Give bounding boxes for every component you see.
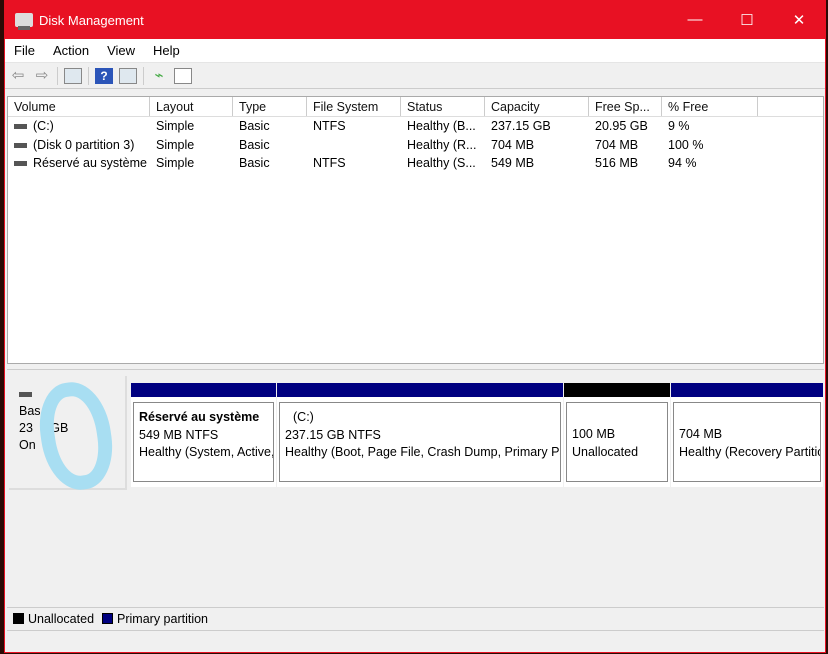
type: Basic: [239, 137, 270, 152]
status: Healthy (B...: [407, 119, 476, 133]
partition-name: Réservé au système: [139, 410, 260, 424]
disk-graphical-view: Bas 23 7 GB On e Réservé au système 549 M…: [7, 369, 824, 605]
partition-recovery[interactable]: 704 MB Healthy (Recovery Partition): [671, 383, 823, 487]
volume-row[interactable]: (Disk 0 partition 3) Simple Basic Health…: [8, 136, 823, 155]
free-space: 704 MB: [595, 137, 639, 152]
volume-list: Volume Layout Type File System Status Ca…: [7, 96, 824, 364]
partition-bar: [564, 383, 670, 397]
menu-view[interactable]: View: [98, 43, 144, 58]
file-system: [307, 136, 401, 155]
partition-bar: [277, 383, 563, 397]
toolbar-separator: [143, 66, 144, 85]
partition-status: Healthy (Recovery Partition): [679, 444, 821, 459]
title-bar: Disk Management — ☐ ✕: [5, 1, 825, 39]
back-arrow-icon[interactable]: ⇦: [9, 67, 27, 84]
column-capacity[interactable]: Capacity: [485, 97, 589, 116]
column-type[interactable]: Type: [233, 97, 307, 116]
volume-icon: [14, 124, 27, 130]
partition-status: Unallocated: [572, 444, 639, 459]
type: Basic: [239, 119, 270, 133]
layout: Simple: [156, 156, 195, 170]
connect-disk-icon[interactable]: ⌁: [150, 67, 168, 84]
capacity: 549 MB: [491, 156, 535, 170]
disk-management-icon: [15, 13, 33, 30]
column-layout[interactable]: Layout: [150, 97, 233, 116]
properties-list-icon[interactable]: [174, 67, 192, 84]
percent-free: 100 %: [668, 137, 704, 152]
partition-bar: [131, 383, 276, 397]
capacity: 704 MB: [491, 137, 535, 152]
volume-row[interactable]: Réservé au système Simple Basic NTFS Hea…: [8, 154, 823, 173]
menu-action[interactable]: Action: [44, 43, 98, 58]
file-system: NTFS: [313, 119, 346, 133]
volume-icon: [14, 161, 27, 167]
menu-help[interactable]: Help: [144, 43, 189, 58]
maximize-button[interactable]: ☐: [721, 11, 773, 29]
column-volume[interactable]: Volume: [8, 97, 150, 116]
volume-name: (C:): [33, 119, 54, 133]
free-space: 516 MB: [595, 156, 639, 170]
capacity: 237.15 GB: [491, 119, 551, 133]
volume-name: (Disk 0 partition 3): [33, 137, 135, 152]
partition-size: 237.15 GB NTFS: [285, 427, 381, 442]
layout: Simple: [156, 119, 195, 133]
type: Basic: [239, 156, 270, 170]
forward-arrow-icon[interactable]: ⇨: [33, 67, 51, 84]
partition-status: Healthy (Boot, Page File, Crash Dump, Pr…: [285, 445, 560, 459]
menu-file[interactable]: File: [5, 43, 44, 58]
free-space: 20.95 GB: [595, 119, 648, 133]
toolbar-separator: [57, 66, 58, 85]
primary-partition-swatch: [102, 613, 114, 624]
volume-icon: [14, 142, 27, 148]
volume-list-header: Volume Layout Type File System Status Ca…: [8, 97, 823, 117]
partition-unallocated[interactable]: 100 MB Unallocated: [564, 383, 670, 487]
show-hide-console-tree-icon[interactable]: [64, 67, 82, 84]
disk-icon: [19, 392, 32, 398]
partition-bar: [671, 383, 823, 397]
partition-size: 549 MB NTFS: [139, 427, 219, 442]
toolbar-separator: [88, 66, 89, 85]
status-bar: [7, 630, 824, 654]
toolbar: ⇦ ⇨ ? ⌁: [5, 63, 825, 89]
window-title: Disk Management: [39, 12, 144, 28]
partition-status: Healthy (System, Active, Primary Partiti…: [139, 445, 274, 459]
minimize-button[interactable]: —: [669, 11, 721, 29]
show-action-pane-icon[interactable]: [119, 67, 137, 84]
column-percent-free[interactable]: % Free: [662, 97, 758, 116]
volume-name: Réservé au système: [33, 156, 147, 170]
file-system: NTFS: [313, 156, 346, 170]
status: Healthy (R...: [407, 137, 477, 152]
partition-system-reserved[interactable]: Réservé au système 549 MB NTFS Healthy (Sy…: [131, 383, 276, 487]
disk-0-label[interactable]: Bas 23 7 GB On e: [9, 376, 127, 495]
percent-free: 94 %: [668, 156, 697, 170]
legend: Unallocated Primary partition: [7, 607, 824, 629]
disk-management-window: Disk Management — ☐ ✕ File Action View H…: [4, 0, 826, 653]
column-free-space[interactable]: Free Sp...: [589, 97, 662, 116]
unallocated-swatch: [13, 613, 24, 624]
layout: Simple: [156, 137, 195, 152]
partition-c[interactable]: (C:) 237.15 GB NTFS Healthy (Boot, Page Fi…: [277, 383, 563, 487]
volume-row[interactable]: (C:) Simple Basic NTFS Healthy (B... 237…: [8, 117, 823, 136]
status: Healthy (S...: [407, 156, 476, 170]
partition-size: 100 MB: [572, 427, 616, 441]
legend-unallocated: Unallocated: [28, 611, 95, 626]
legend-primary-partition: Primary partition: [117, 611, 209, 626]
close-button[interactable]: ✕: [773, 11, 825, 29]
column-status[interactable]: Status: [401, 97, 485, 116]
partition-size: 704 MB: [679, 427, 723, 441]
column-file-system[interactable]: File System: [307, 97, 401, 116]
partition-name: (C:): [293, 410, 314, 424]
menu-bar: File Action View Help: [5, 39, 825, 63]
help-icon[interactable]: ?: [95, 67, 113, 84]
percent-free: 9 %: [668, 119, 690, 133]
